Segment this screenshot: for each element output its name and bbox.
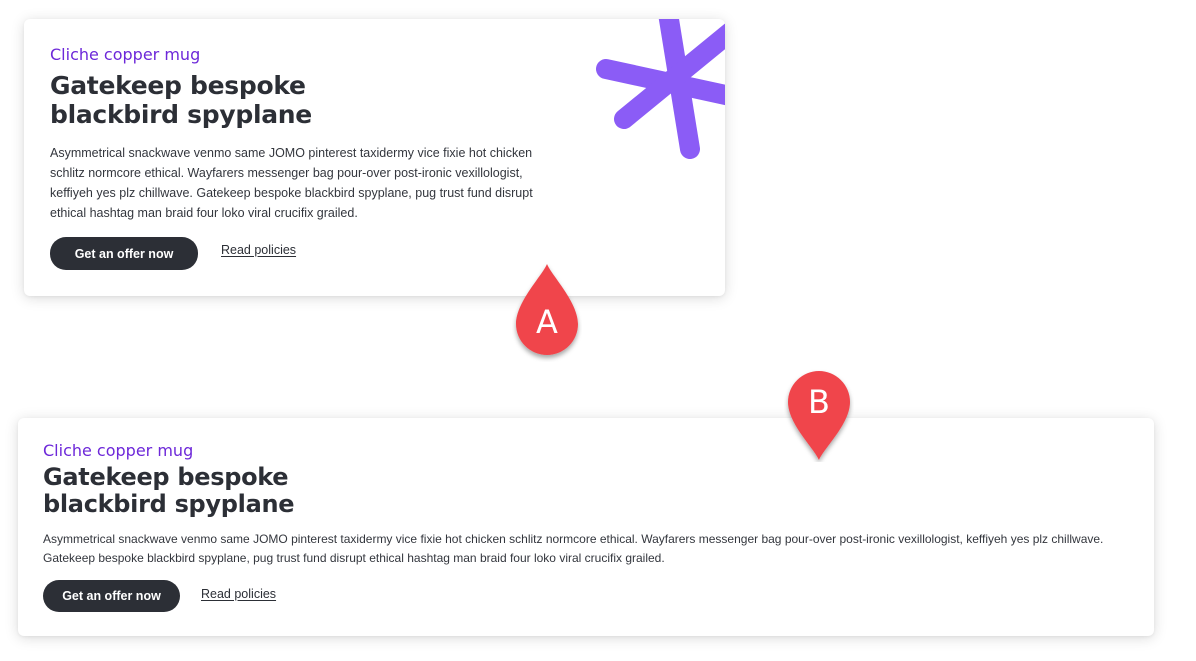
promo-card-b: Cliche copper mug Gatekeep bespoke black… [18,418,1154,636]
asterisk-icon [596,19,725,159]
card-body-text: Asymmetrical snackwave venmo same JOMO p… [50,146,533,220]
headline-line-1: Gatekeep bespoke [43,463,289,491]
get-offer-button[interactable]: Get an offer now [50,237,198,270]
read-policies-link[interactable]: Read policies [221,243,296,257]
canvas: Cliche copper mug Gatekeep bespoke black… [0,0,1196,661]
card-body-text: Asymmetrical snackwave venmo same JOMO p… [43,532,1104,565]
headline-line-2: blackbird spyplane [50,100,312,129]
marker-b-label: B [808,383,830,421]
card-headline: Gatekeep bespoke blackbird spyplane [43,464,343,518]
marker-a-pin-icon: A [512,262,582,362]
card-eyebrow: Cliche copper mug [43,441,194,460]
headline-line-2: blackbird spyplane [43,490,295,518]
marker-a-label: A [536,303,558,341]
marker-b-pin-icon: B [784,362,854,462]
read-policies-link[interactable]: Read policies [201,587,276,601]
card-headline: Gatekeep bespoke blackbird spyplane [50,71,350,129]
get-offer-button[interactable]: Get an offer now [43,580,180,612]
promo-card-a: Cliche copper mug Gatekeep bespoke black… [24,19,725,296]
card-eyebrow: Cliche copper mug [50,45,201,64]
headline-line-1: Gatekeep bespoke [50,71,306,100]
